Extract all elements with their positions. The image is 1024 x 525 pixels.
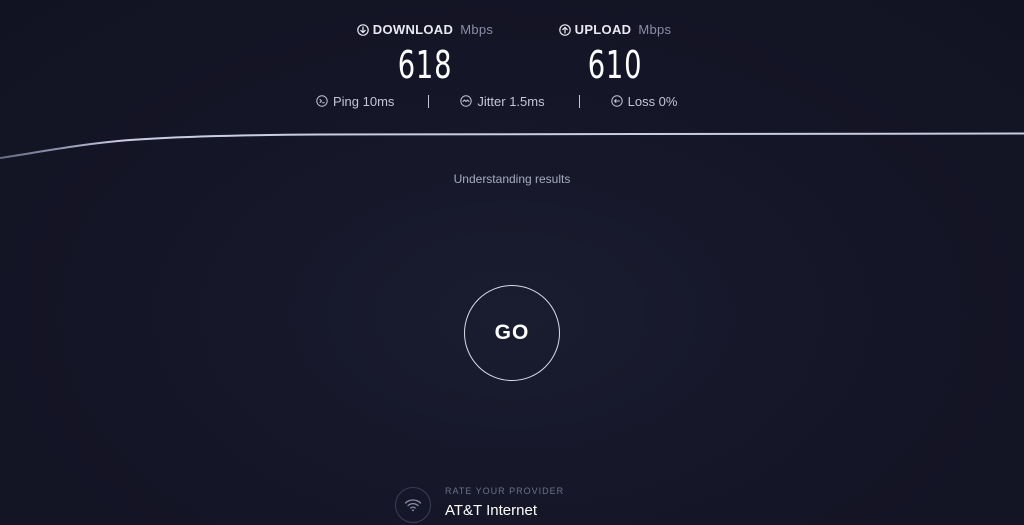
provider-section[interactable]: RATE YOUR PROVIDER AT&T Internet (395, 482, 645, 525)
speed-graph-line (0, 132, 1024, 159)
jitter-stat: Jitter 1.5ms (460, 93, 545, 109)
loss-stat: Loss 0% (610, 93, 678, 109)
upload-header: UPLOAD Mbps (530, 22, 700, 37)
upload-value: 610 (587, 43, 643, 87)
download-header: DOWNLOAD Mbps (330, 22, 520, 37)
stats-divider (428, 94, 430, 108)
download-label: DOWNLOAD (372, 22, 454, 37)
upload-metric: UPLOAD Mbps 610 (530, 22, 700, 87)
download-metric: DOWNLOAD Mbps 618 (330, 22, 520, 87)
download-unit: Mbps (460, 22, 494, 37)
ping-icon (316, 95, 328, 107)
understanding-results-text: Understanding results (453, 172, 571, 186)
wifi-icon (404, 499, 422, 512)
download-arrow-icon (356, 23, 369, 36)
download-value: 618 (397, 43, 453, 87)
provider-icon-circle (395, 487, 431, 523)
provider-name: AT&T Internet (445, 502, 537, 519)
upload-arrow-icon (558, 23, 571, 36)
ping-stat: Ping 10ms (316, 94, 394, 109)
upload-unit: Mbps (638, 22, 672, 37)
jitter-text: Jitter 1.5ms (477, 93, 545, 109)
loss-text: Loss 0% (627, 93, 678, 109)
provider-text: RATE YOUR PROVIDER AT&T Internet (445, 482, 564, 519)
loss-icon (610, 95, 623, 107)
upload-label: UPLOAD (574, 22, 632, 37)
rate-provider-caption: RATE YOUR PROVIDER (445, 486, 565, 496)
stats-divider (578, 94, 580, 108)
go-button[interactable]: GO (464, 285, 560, 381)
stats-row: Ping 10ms Jitter 1.5ms Loss 0% (310, 92, 720, 110)
jitter-icon (460, 95, 473, 107)
go-button-label: GO (494, 321, 530, 344)
ping-text: Ping 10ms (333, 93, 395, 109)
speedtest-page: DOWNLOAD Mbps 618 UPLOAD Mbps 610 Ping 1… (0, 0, 1024, 525)
